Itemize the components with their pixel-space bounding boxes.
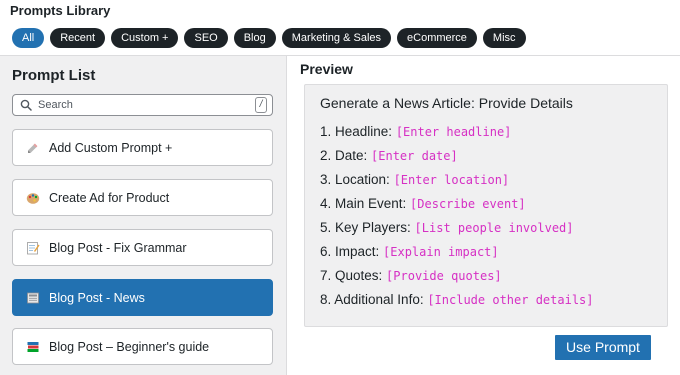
tab-marketing-sales[interactable]: Marketing & Sales: [281, 28, 392, 48]
tab-ecommerce[interactable]: eCommerce: [397, 28, 477, 48]
search-input[interactable]: [38, 97, 248, 113]
placeholder-token: [Enter location]: [393, 173, 510, 187]
preview-title: Preview: [300, 61, 353, 77]
preview-panel: Generate a News Article: Provide Details…: [304, 84, 668, 327]
preview-line: 1. Headline: [Enter headline]: [320, 124, 512, 139]
search-icon: [20, 99, 32, 111]
tab-all[interactable]: All: [12, 28, 45, 48]
placeholder-token: [Explain impact]: [383, 245, 499, 259]
search-shortcut-hint: /: [255, 97, 267, 113]
placeholder-token: [List people involved]: [414, 221, 574, 235]
prompt-item-fix-grammar[interactable]: Blog Post - Fix Grammar: [12, 229, 273, 266]
prompt-item-news[interactable]: Blog Post - News: [12, 279, 273, 316]
tab-custom[interactable]: Custom +: [111, 28, 179, 48]
tab-misc[interactable]: Misc: [482, 28, 526, 48]
prompt-item-label: Create Ad for Product: [49, 190, 170, 205]
tab-recent[interactable]: Recent: [50, 28, 106, 48]
preview-line: 5. Key Players: [List people involved]: [320, 220, 574, 235]
preview-line: 4. Main Event: [Describe event]: [320, 196, 526, 211]
tab-blog[interactable]: Blog: [233, 28, 276, 48]
preview-line: 8. Additional Info: [Include other detai…: [320, 292, 594, 307]
prompt-item-create-ad[interactable]: Create Ad for Product: [12, 179, 273, 216]
prompt-item-beginners-guide[interactable]: Blog Post – Beginner's guide: [12, 328, 273, 365]
tab-seo[interactable]: SEO: [184, 28, 228, 48]
use-prompt-button[interactable]: Use Prompt: [555, 335, 651, 360]
pencil-icon: [25, 140, 41, 156]
prompt-list-sidebar: Prompt List / Add Custom Prompt +: [0, 56, 287, 375]
newspaper-icon: [25, 290, 41, 306]
preview-line: 2. Date: [Enter date]: [320, 148, 458, 163]
memo-icon: [25, 240, 41, 256]
category-tabs: All Recent Custom + SEO Blog Marketing &…: [12, 28, 526, 48]
palette-icon: [25, 190, 41, 206]
prompt-item-label: Add Custom Prompt +: [49, 140, 173, 155]
preview-line: 3. Location: [Enter location]: [320, 172, 510, 187]
preview-line: 6. Impact: [Explain impact]: [320, 244, 499, 259]
prompt-item-label: Blog Post - Fix Grammar: [49, 240, 187, 255]
placeholder-token: [Enter date]: [371, 149, 458, 163]
placeholder-token: [Describe event]: [410, 197, 526, 211]
sidebar-title: Prompt List: [12, 67, 96, 84]
preview-details-list: 1. Headline: [Enter headline] 2. Date: […: [320, 123, 594, 315]
page-title: Prompts Library: [10, 3, 111, 18]
placeholder-token: [Provide quotes]: [386, 269, 502, 283]
preview-heading: Generate a News Article: Provide Details: [320, 95, 573, 111]
prompt-item-add-custom[interactable]: Add Custom Prompt +: [12, 129, 273, 166]
search-box[interactable]: /: [12, 94, 273, 116]
prompt-item-label: Blog Post – Beginner's guide: [49, 339, 210, 354]
placeholder-token: [Include other details]: [427, 293, 594, 307]
books-icon: [25, 339, 41, 355]
placeholder-token: [Enter headline]: [395, 125, 512, 139]
preview-line: 7. Quotes: [Provide quotes]: [320, 268, 502, 283]
prompt-item-label: Blog Post - News: [49, 290, 145, 305]
